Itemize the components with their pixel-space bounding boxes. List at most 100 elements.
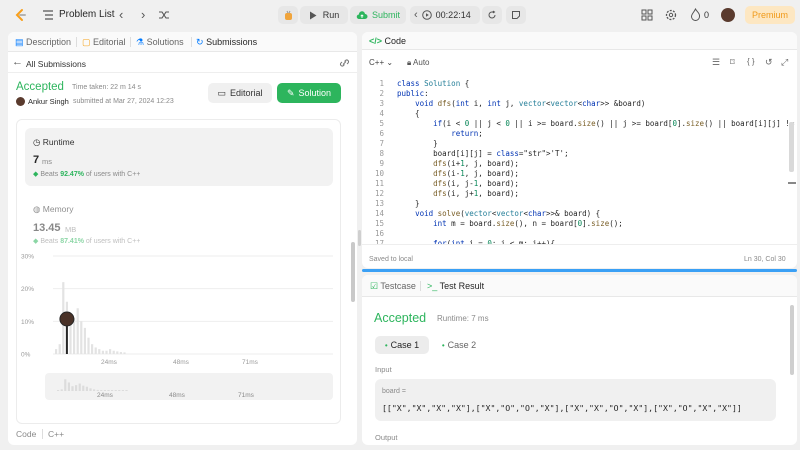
case-1-tab[interactable]: • Case 1 <box>375 336 429 354</box>
range-selector[interactable] <box>45 373 333 400</box>
vertical-splitter-handle[interactable] <box>358 230 361 246</box>
distribution-bar[interactable] <box>76 308 79 354</box>
code-line[interactable]: dfs(i, j+1, board); <box>397 189 519 199</box>
code-line[interactable]: } <box>397 139 438 149</box>
line-number: 3 <box>379 99 384 108</box>
note-icon <box>512 11 520 19</box>
reset-timer-button[interactable] <box>482 6 502 24</box>
collapse-timer-icon[interactable]: ‹ <box>414 9 418 21</box>
problem-list-icon[interactable] <box>42 9 54 21</box>
code-line[interactable]: return; <box>397 129 483 139</box>
back-arrow-icon[interactable]: ← <box>12 56 23 68</box>
marker-avatar[interactable] <box>59 311 75 327</box>
code-line[interactable]: public: <box>397 89 429 99</box>
horizontal-splitter[interactable] <box>362 269 797 272</box>
code-line[interactable]: void solve(vector<vector<char>>& board) … <box>397 209 600 219</box>
language-select[interactable]: C++ ⌄ <box>369 58 393 67</box>
distribution-bar[interactable] <box>119 352 122 354</box>
layout-grid-icon[interactable] <box>641 9 653 21</box>
result-scrollbar[interactable] <box>790 305 794 375</box>
code-line[interactable]: } <box>397 199 420 209</box>
problem-list-link[interactable]: Problem List <box>59 9 115 20</box>
solution-button[interactable]: ✎ Solution <box>277 83 341 103</box>
pause-circle-icon[interactable] <box>421 10 432 20</box>
code-line[interactable]: if(i < 0 || j < 0 || i >= board.size() |… <box>397 119 794 129</box>
case-2-tab[interactable]: • Case 2 <box>436 336 482 354</box>
submit-button[interactable]: Submit <box>350 6 406 24</box>
settings-gear-icon[interactable] <box>665 9 677 21</box>
left-scrollbar[interactable] <box>351 242 355 302</box>
tab-solutions[interactable]: ⚗ Solutions <box>136 37 184 48</box>
code-line[interactable]: dfs(i, j-1, board); <box>397 179 519 189</box>
shuffle-icon[interactable] <box>158 9 170 21</box>
testcase-tab[interactable]: ☑ Testcase <box>370 281 416 292</box>
tab-editorial[interactable]: ▢ Editorial <box>82 37 126 48</box>
distribution-bar[interactable] <box>105 350 108 354</box>
timer[interactable]: ‹ 00:22:14 <box>410 6 480 24</box>
all-submissions-link[interactable]: All Submissions <box>26 59 86 69</box>
submitted-at: submitted at Mar 27, 2024 12:23 <box>73 98 174 105</box>
beats-icon: ◆ <box>33 238 39 245</box>
fullscreen-icon[interactable]: ⤢ <box>781 57 788 68</box>
next-problem-icon[interactable]: › <box>141 7 145 22</box>
code-tab[interactable]: </> Code <box>369 36 406 46</box>
test-tabbar: ☑ Testcase >_ Test Result <box>362 275 797 297</box>
premium-button[interactable]: Premium <box>745 6 795 24</box>
distribution-bar[interactable] <box>112 350 115 354</box>
side-handle[interactable] <box>788 182 796 184</box>
distribution-bar[interactable] <box>80 321 83 354</box>
distribution-bar[interactable] <box>55 349 58 354</box>
distribution-bar[interactable] <box>58 344 61 354</box>
runtime-distribution-chart[interactable]: 30% 20% 10% 0% 24ms 48ms 71ms 24ms 48ms 71ms <box>17 250 342 425</box>
code-line[interactable]: class Solution { <box>397 79 469 89</box>
memory-card[interactable]: ◍ Memory 13.45 MB ◆ Beats 87.41% of user… <box>25 196 333 246</box>
auto-complete-toggle[interactable]: 🔒︎ Auto <box>407 58 430 68</box>
distribution-bar[interactable] <box>94 347 97 354</box>
distribution-bar[interactable] <box>69 324 72 354</box>
leetcode-logo-icon[interactable] <box>13 8 27 22</box>
code-line[interactable]: { <box>397 109 420 119</box>
reset-code-icon[interactable]: ↺ <box>765 57 773 68</box>
format-icon[interactable]: ☰ <box>712 57 720 68</box>
tab-submissions[interactable]: ↻ Submissions <box>196 37 257 48</box>
author-name[interactable]: Ankur Singh <box>28 97 69 106</box>
editorial-button[interactable]: ▭ Editorial <box>208 83 272 103</box>
prev-problem-icon[interactable]: ‹ <box>119 7 123 22</box>
distribution-bar[interactable] <box>83 327 86 354</box>
distribution-bar[interactable] <box>87 337 90 354</box>
input-box: board = [["X","X","X","X"],["X","O","O",… <box>375 379 776 421</box>
edit-icon: ✎ <box>286 87 295 98</box>
distribution-bar[interactable] <box>101 350 104 354</box>
flask-icon: ⚗ <box>136 37 145 47</box>
tab-description[interactable]: ▤ Description <box>15 37 71 48</box>
test-result-tab[interactable]: >_ Test Result <box>427 281 484 291</box>
code-line[interactable]: dfs(i-1, j, board); <box>397 169 519 179</box>
line-number: 8 <box>379 149 384 158</box>
author-avatar[interactable] <box>16 97 25 106</box>
distribution-bar[interactable] <box>98 349 101 354</box>
code-line[interactable]: dfs(i+1, j, board); <box>397 159 519 169</box>
braces-icon[interactable]: { } <box>747 57 755 66</box>
distribution-bar[interactable] <box>91 344 94 354</box>
notes-button[interactable] <box>506 6 526 24</box>
streak-fire-icon[interactable] <box>690 8 701 21</box>
distribution-bar[interactable] <box>109 349 112 354</box>
code-line[interactable]: board[i][j] = class="str">'T'; <box>397 149 568 159</box>
bookmark-icon[interactable]: ⌑ <box>730 57 735 68</box>
range-bar <box>111 390 114 391</box>
distribution-bar[interactable] <box>73 318 76 354</box>
code-line[interactable]: int m = board.size(), n = board[0].size(… <box>397 219 623 229</box>
memory-label: ◍ Memory <box>33 204 74 214</box>
runtime-card[interactable]: ◷ Runtime 7 ms ◆ Beats 92.47% of users w… <box>25 128 333 186</box>
code-line[interactable]: void dfs(int i, int j, vector<vector<cha… <box>397 99 645 109</box>
distribution-bar[interactable] <box>123 352 126 354</box>
share-link-icon[interactable] <box>339 58 350 68</box>
footer-divider <box>42 429 43 439</box>
range-bar <box>125 390 128 391</box>
user-avatar[interactable] <box>721 8 735 22</box>
code-scrollbar[interactable] <box>789 122 794 172</box>
debug-button[interactable] <box>278 6 298 24</box>
distribution-bar[interactable] <box>116 351 119 354</box>
run-button[interactable]: Run <box>300 6 348 24</box>
code-editor[interactable]: 1 class Solution {2 public: 3 void dfs(int … <box>362 78 797 244</box>
